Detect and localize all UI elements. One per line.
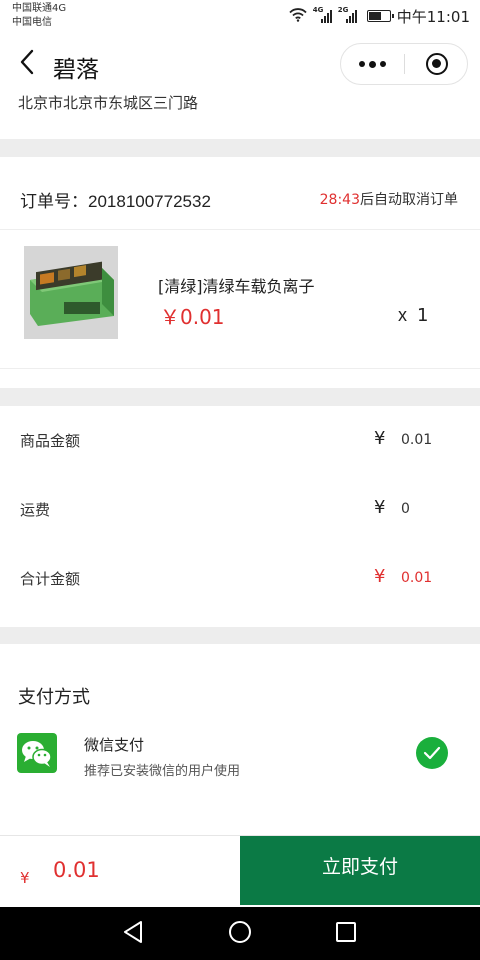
back-button[interactable] [12,46,42,82]
square-recents-icon [335,921,357,947]
check-circle-icon[interactable] [416,737,448,769]
divider [0,368,480,369]
payment-method-name[interactable]: 微信支付 [84,734,144,755]
nav-bar: 碧落 [0,32,480,96]
countdown-time: 28:43 [319,192,360,208]
pay-now-button[interactable]: 立即支付 [240,836,480,905]
signal-4g-icon: 4G [313,6,332,23]
order-number: 订单号：2018100772532 [20,187,211,212]
checkout-bar: ¥ 0.01 立即支付 [0,835,480,907]
shipping-address: 北京市北京市东城区三门路 [18,94,199,112]
section-divider [0,388,480,406]
circle-home-icon [228,920,252,948]
close-miniprogram-button[interactable] [405,44,468,84]
status-indicators: 4G 2G 中午11:01 [289,6,470,26]
chevron-left-icon [19,49,35,79]
system-back-button[interactable] [116,917,150,951]
system-home-button[interactable] [223,917,257,951]
system-recents-button[interactable] [329,917,363,951]
page-title: 碧落 [53,57,99,83]
order-number-value: 2018100772532 [88,192,211,211]
wechat-pay-icon [17,733,57,773]
shipping-fee-value: 0 [401,501,410,517]
status-time: 中午11:01 [396,7,470,26]
product-price: ￥0.01 [160,305,225,329]
quantity-value: 1 [417,305,429,326]
miniprogram-capsule [340,43,468,85]
order-countdown: 28:43后自动取消订单 [320,189,458,209]
payment-method-heading: 支付方式 [18,687,90,708]
shipping-fee-label: 运费 [20,501,51,519]
countdown-text: 后自动取消订单 [360,192,458,208]
target-close-icon [425,53,448,75]
section-divider [0,627,480,644]
shipping-fee-currency: ¥ [374,497,386,518]
signal-2g-icon: 2G [338,6,357,23]
total-amount-label: 合计金额 [20,570,81,588]
quantity-x: x [398,305,407,325]
signal-2g-tag: 2G [337,6,349,14]
total-amount-currency: ¥ [374,566,386,587]
section-divider [0,139,480,157]
goods-amount-currency: ¥ [374,428,386,449]
carrier-primary: 中国联通4G [12,3,67,14]
total-amount-value: 0.01 [401,570,433,586]
goods-amount-value: 0.01 [401,432,433,448]
status-bar: 中国联通4G 中国电信 4G 2G 中午11:01 [0,0,480,32]
product-quantity: x1 [398,305,428,326]
product-image [24,246,118,339]
system-navigation-bar [0,907,480,960]
carrier-secondary: 中国电信 [12,17,52,28]
more-button[interactable] [341,44,404,84]
product-title: [清绿]清绿车载负离子 [158,277,315,296]
checkout-total: 0.01 [53,858,100,882]
battery-icon [366,10,394,22]
divider [0,229,480,230]
wifi-icon [289,7,307,26]
signal-4g-tag: 4G [312,6,324,14]
goods-amount-label: 商品金额 [20,432,81,450]
checkout-currency: ¥ [20,869,30,887]
triangle-back-icon [122,920,144,948]
payment-method-description: 推荐已安装微信的用户使用 [84,764,241,779]
more-dots-icon [359,60,386,68]
order-number-label: 订单号： [20,192,88,212]
